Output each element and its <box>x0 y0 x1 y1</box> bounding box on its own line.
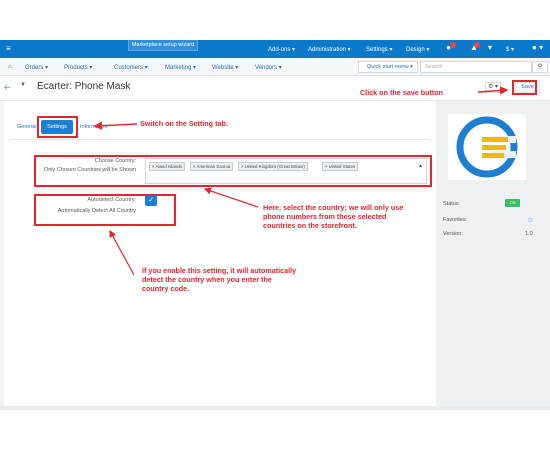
annotation-autodetect-line: If you enable this setting, it will auto… <box>142 266 297 275</box>
annotation-autodetect: If you enable this setting, it will auto… <box>142 266 296 293</box>
menu-settings[interactable]: Settings <box>366 46 392 53</box>
bell-dropdown-icon[interactable] <box>488 43 492 52</box>
page-title: Ecarter: Phone Mask <box>37 81 131 92</box>
tab-information[interactable]: Information <box>80 124 108 130</box>
title-bar: 🡠 ▼ Ecarter: Phone Mask ⚙ Save <box>0 76 550 101</box>
chevron-down-icon[interactable]: ▼ <box>20 82 30 92</box>
annotation-country-line: phone numbers from these selected <box>263 212 387 221</box>
annotation-country: Here, select the country; we will only u… <box>263 203 403 230</box>
menu-design[interactable]: Design <box>406 46 429 53</box>
gear-icon[interactable]: ⚙ <box>485 82 501 93</box>
nav-marketing[interactable]: Marketing <box>165 64 196 71</box>
nav-vendors[interactable]: Vendors <box>255 64 282 71</box>
version-value: 1.0 <box>525 231 533 237</box>
quick-start-menu[interactable]: Quick start menu <box>358 61 418 73</box>
app-page: ≡ Add-ons Administration Settings Design… <box>0 0 550 450</box>
notification-badge <box>450 42 456 48</box>
settings-tab-highlight <box>37 116 78 138</box>
autodetect-highlight-box <box>34 194 176 226</box>
addon-logo <box>448 114 526 180</box>
left-gutter <box>0 101 4 406</box>
status-badge[interactable]: ON <box>505 199 520 207</box>
annotation-country-line: Here, select the country; we will only u… <box>263 203 404 212</box>
annotation-save: Click on the save button <box>360 88 444 97</box>
save-highlight-box <box>512 80 537 95</box>
user-icon[interactable]: ● <box>532 43 543 52</box>
status-label: Status: <box>443 201 461 207</box>
favorites-label: Favorites: <box>443 217 468 223</box>
arrow-country <box>203 187 259 208</box>
nav-customers[interactable]: Customers <box>114 64 148 71</box>
back-arrow-icon[interactable]: 🡠 <box>4 82 14 92</box>
nav-bar: ⌂ Orders Products Customers Marketing We… <box>0 58 550 76</box>
arrow-autodetect <box>109 229 135 276</box>
bell-badge <box>474 42 480 48</box>
currency-menu[interactable]: $ <box>506 46 514 53</box>
home-icon[interactable]: ⌂ <box>8 64 12 70</box>
nav-products[interactable]: Products <box>64 64 92 71</box>
nav-website[interactable]: Website <box>212 64 238 71</box>
menu-icon[interactable]: ≡ <box>6 44 11 53</box>
country-highlight-box <box>34 155 432 187</box>
nav-orders[interactable]: Orders <box>25 64 48 71</box>
tab-general[interactable]: General <box>17 124 37 130</box>
annotation-autodetect-line: country code. <box>142 284 190 293</box>
bottom-gutter <box>0 406 550 410</box>
menu-administration[interactable]: Administration <box>308 46 351 53</box>
search-icon[interactable]: ⚲ <box>532 61 548 73</box>
annotation-country-line: countries on the storefront. <box>263 221 357 230</box>
menu-addons[interactable]: Add-ons <box>268 46 295 53</box>
version-label: Version: <box>443 231 463 237</box>
marketplace-wizard-button[interactable]: Marketplace setup wizard <box>128 40 198 51</box>
tab-divider <box>10 139 430 140</box>
star-icon[interactable]: ☆ <box>527 216 533 224</box>
annotation-settings-tab: Switch on the Setting tab. <box>140 119 228 128</box>
annotation-autodetect-line: detect the country when you enter the <box>142 275 272 284</box>
top-bar: ≡ Add-ons Administration Settings Design… <box>0 40 550 58</box>
search-input[interactable]: Search <box>420 61 532 73</box>
